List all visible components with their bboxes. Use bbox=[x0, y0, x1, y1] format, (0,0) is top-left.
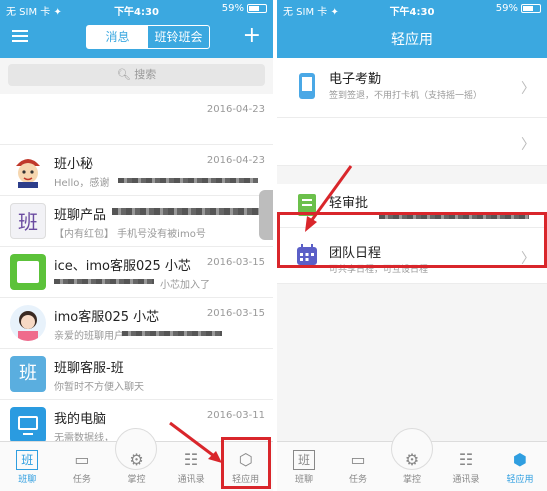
chat-row[interactable]: imo客服025 小芯 亲爱的班聊用户 2016-03-15 bbox=[0, 298, 273, 349]
tab-label: 任务 bbox=[348, 475, 367, 485]
tab-tasks[interactable]: ▭ 任务 bbox=[55, 442, 110, 491]
tab-label: 掌控 bbox=[402, 475, 421, 485]
redaction-mark bbox=[122, 331, 222, 336]
battery-percent: 59% bbox=[221, 3, 244, 14]
chat-tab-icon: 班 bbox=[16, 450, 39, 470]
chat-date: 2016-04-23 bbox=[206, 104, 265, 115]
red-arrow bbox=[169, 421, 222, 463]
chat-name: ice、imo客服025 小芯 bbox=[54, 259, 191, 274]
chat-date: 2016-03-15 bbox=[206, 308, 265, 319]
chat-date: 2016-04-23 bbox=[206, 155, 265, 166]
tab-label: 任务 bbox=[72, 475, 91, 485]
group-avatar bbox=[10, 254, 46, 290]
highlight-box bbox=[221, 437, 271, 489]
inbox-icon: ▭ bbox=[74, 450, 90, 469]
search-icon: 🔍︎ bbox=[116, 68, 131, 81]
chat-list: 2016-04-23 班小秘 Hello，感谢 2016-04-23 班 班聊产… bbox=[0, 94, 273, 451]
tab-class-meeting[interactable]: 班铃班会 bbox=[148, 26, 209, 48]
side-handle bbox=[259, 190, 273, 240]
chat-preview: 你暂时不方便入聊天 bbox=[54, 382, 144, 393]
app-item-attendance[interactable]: 电子考勤 签到签退，不用打卡机（支持摇一摇） 〉 bbox=[277, 58, 547, 118]
search-input[interactable]: 🔍︎ 搜索 bbox=[8, 64, 265, 86]
chat-preview: 亲爱的班聊用户 bbox=[54, 331, 124, 342]
battery-icon bbox=[521, 4, 541, 13]
app-item-blank[interactable]: 〉 bbox=[277, 118, 547, 166]
chat-preview: 【内有红包】 手机号没有被imo号 bbox=[54, 229, 206, 240]
chat-tab-icon: 班 bbox=[293, 450, 315, 470]
segment-control: 消息 班铃班会 bbox=[86, 25, 210, 49]
chevron-right-icon: 〉 bbox=[521, 137, 535, 153]
redaction-mark bbox=[54, 279, 154, 284]
add-icon[interactable]: + bbox=[243, 22, 261, 50]
chat-row[interactable]: 班 班聊客服-班 你暂时不方便入聊天 bbox=[0, 349, 273, 400]
apps-screen: 无 SIM 卡 ✦ 下午4:30 59% 轻应用 电子考勤 签到签退，不用打卡机… bbox=[277, 0, 547, 491]
tab-label: 班聊 bbox=[18, 475, 37, 485]
header-bar: 无 SIM 卡 ✦ 下午4:30 59% 轻应用 bbox=[277, 0, 547, 58]
bottom-tab-bar: 班 班聊 ▭ 任务 ⚙ 掌控 ☷ 通讯录 ⬢ 轻应用 bbox=[277, 428, 547, 491]
chat-preview: Hello，感谢 bbox=[54, 178, 110, 189]
attendance-icon bbox=[295, 71, 319, 99]
chat-screen: 无 SIM 卡 ✦ 下午4:30 59% 消息 班铃班会 + 🔍︎ 搜索 201… bbox=[0, 0, 273, 491]
app-subtitle: 签到签退，不用打卡机（支持摇一摇） bbox=[329, 91, 483, 101]
ban-text-avatar: 班 bbox=[10, 356, 46, 392]
tab-chat[interactable]: 班 班聊 bbox=[277, 442, 331, 491]
page-title: 轻应用 bbox=[391, 32, 433, 48]
chevron-right-icon: 〉 bbox=[521, 81, 535, 97]
tab-messages[interactable]: 消息 bbox=[87, 26, 148, 48]
chat-name: 班小秘 bbox=[54, 157, 94, 172]
gear-icon: ⚙ bbox=[129, 450, 144, 469]
battery-icon bbox=[247, 4, 267, 13]
redaction-mark bbox=[112, 208, 262, 215]
chat-name: imo客服025 小芯 bbox=[54, 310, 160, 325]
status-bar: 无 SIM 卡 ✦ 下午4:30 59% bbox=[0, 2, 273, 18]
chat-row[interactable]: ice、imo客服025 小芯 小芯加入了 2016-03-15 bbox=[0, 247, 273, 298]
gear-icon: ⚙ bbox=[404, 450, 420, 469]
inbox-icon: ▭ bbox=[350, 450, 366, 469]
tab-label: 通讯录 bbox=[177, 475, 205, 485]
header-bar: 无 SIM 卡 ✦ 下午4:30 59% 消息 班铃班会 + bbox=[0, 0, 273, 58]
menu-icon[interactable] bbox=[12, 30, 28, 42]
search-placeholder: 搜索 bbox=[134, 68, 157, 81]
chat-row[interactable]: 班小秘 Hello，感谢 2016-04-23 bbox=[0, 145, 273, 196]
tab-light-apps[interactable]: ⬢ 轻应用 bbox=[493, 442, 547, 491]
computer-avatar bbox=[10, 407, 46, 443]
contacts-icon: ☷ bbox=[458, 450, 474, 469]
red-arrow bbox=[305, 165, 353, 232]
tab-label: 轻应用 bbox=[506, 475, 534, 485]
chat-name: 班聊客服-班 bbox=[54, 361, 124, 376]
tab-chat[interactable]: 班 班聊 bbox=[0, 442, 55, 491]
chat-row[interactable]: 2016-04-23 bbox=[0, 94, 273, 145]
battery-percent: 59% bbox=[495, 3, 518, 14]
chat-name: 我的电脑 bbox=[54, 412, 107, 427]
chat-preview: 小芯加入了 bbox=[160, 280, 210, 291]
girl-avatar bbox=[10, 305, 46, 341]
ban-logo-avatar: 班 bbox=[10, 203, 46, 239]
tab-label: 通讯录 bbox=[452, 475, 480, 485]
redaction-mark bbox=[118, 178, 258, 183]
app-title: 电子考勤 bbox=[329, 72, 382, 87]
chat-date: 2016-03-15 bbox=[206, 257, 265, 268]
tab-tasks[interactable]: ▭ 任务 bbox=[331, 442, 385, 491]
avatar bbox=[10, 101, 46, 137]
tab-control[interactable]: ⚙ 掌控 bbox=[385, 428, 439, 491]
cartoon-avatar bbox=[10, 152, 46, 188]
chat-row[interactable]: 班 班聊产品 【内有红包】 手机号没有被imo号 bbox=[0, 190, 273, 247]
tab-contacts[interactable]: ☷ 通讯录 bbox=[439, 442, 493, 491]
status-bar: 无 SIM 卡 ✦ 下午4:30 59% bbox=[277, 2, 547, 18]
tab-control[interactable]: ⚙ 掌控 bbox=[109, 428, 164, 491]
cube-icon: ⬢ bbox=[513, 450, 527, 469]
tab-label: 班聊 bbox=[294, 475, 313, 485]
tab-label: 掌控 bbox=[127, 475, 146, 485]
chat-name: 班聊产品 bbox=[54, 208, 107, 223]
